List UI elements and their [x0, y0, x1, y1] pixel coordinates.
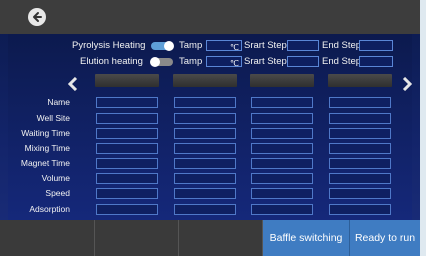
- step2-mixing-time-input[interactable]: [174, 143, 236, 154]
- app-screen: Pyrolysis Heating Tamp ℃ Srart Step End …: [0, 0, 426, 256]
- step3-adsorption-input[interactable]: [251, 204, 313, 215]
- step4-mixing-time-input[interactable]: [329, 143, 391, 154]
- step1-magnet-time-input[interactable]: [96, 158, 158, 169]
- step1-mixing-time-input[interactable]: [96, 143, 158, 154]
- step2-volume-input[interactable]: [174, 173, 236, 184]
- bottom-slot-1[interactable]: [0, 220, 95, 256]
- step3-waiting-time-input[interactable]: [251, 128, 313, 139]
- elution-end-label: End Step: [322, 56, 362, 67]
- label-speed: Speed: [45, 188, 70, 198]
- step-column-header-1[interactable]: [95, 74, 159, 87]
- bottom-slot-3[interactable]: [179, 220, 263, 256]
- label-adsorption: Adsorption: [29, 204, 70, 214]
- step-column-header-4[interactable]: [328, 74, 392, 87]
- step3-volume-input[interactable]: [251, 173, 313, 184]
- bottom-slot-2[interactable]: [95, 220, 179, 256]
- step1-well-site-input[interactable]: [96, 113, 158, 124]
- ready-to-run-button[interactable]: Ready to run: [350, 220, 420, 256]
- step2-speed-input[interactable]: [174, 188, 236, 199]
- step2-adsorption-input[interactable]: [174, 204, 236, 215]
- elution-start-input[interactable]: [287, 56, 319, 67]
- back-button[interactable]: [28, 8, 46, 26]
- elution-start-label: Srart Step: [244, 56, 287, 67]
- elution-heating-toggle[interactable]: [150, 57, 173, 67]
- step2-waiting-time-input[interactable]: [174, 128, 236, 139]
- label-name: Name: [47, 97, 70, 107]
- elution-end-input[interactable]: [359, 56, 393, 67]
- step2-well-site-input[interactable]: [174, 113, 236, 124]
- step4-well-site-input[interactable]: [329, 113, 391, 124]
- elution-heating-label: Elution heating: [80, 56, 143, 67]
- pyrolysis-heating-toggle[interactable]: [151, 41, 174, 51]
- elution-tamp-input[interactable]: ℃: [206, 56, 242, 68]
- step3-name-input[interactable]: [251, 97, 313, 108]
- next-page-button[interactable]: [400, 74, 414, 94]
- step4-name-input[interactable]: [329, 97, 391, 108]
- step1-speed-input[interactable]: [96, 188, 158, 199]
- bottom-bar: Baffle switching Ready to run: [0, 220, 420, 256]
- pyrolysis-start-input[interactable]: [287, 40, 319, 51]
- label-waiting-time: Waiting Time: [21, 128, 70, 138]
- step1-volume-input[interactable]: [96, 173, 158, 184]
- label-volume: Volume: [41, 173, 70, 183]
- step4-volume-input[interactable]: [329, 173, 391, 184]
- step1-adsorption-input[interactable]: [96, 204, 158, 215]
- chevron-right-icon: [402, 77, 412, 91]
- step4-waiting-time-input[interactable]: [329, 128, 391, 139]
- label-well-site: Well Site: [36, 113, 70, 123]
- step3-mixing-time-input[interactable]: [251, 143, 313, 154]
- step2-name-input[interactable]: [174, 97, 236, 108]
- step4-adsorption-input[interactable]: [329, 204, 391, 215]
- pyrolysis-end-input[interactable]: [359, 40, 393, 51]
- step-column-header-2[interactable]: [173, 74, 237, 87]
- step4-magnet-time-input[interactable]: [329, 158, 391, 169]
- pyrolysis-heating-label: Pyrolysis Heating: [72, 40, 146, 51]
- baffle-switching-button[interactable]: Baffle switching: [263, 220, 350, 256]
- pyrolysis-tamp-input[interactable]: ℃: [206, 40, 242, 52]
- elution-tamp-label: Tamp: [179, 56, 203, 67]
- step2-magnet-time-input[interactable]: [174, 158, 236, 169]
- step3-well-site-input[interactable]: [251, 113, 313, 124]
- label-mixing-time: Mixing Time: [24, 143, 70, 153]
- program-panel: Pyrolysis Heating Tamp ℃ Srart Step End …: [8, 34, 412, 220]
- step3-magnet-time-input[interactable]: [251, 158, 313, 169]
- pyrolysis-start-label: Srart Step: [244, 40, 287, 51]
- top-bar: [0, 0, 420, 34]
- step3-speed-input[interactable]: [251, 188, 313, 199]
- parameter-labels: Name Well Site Waiting Time Mixing Time …: [8, 34, 70, 220]
- step1-waiting-time-input[interactable]: [96, 128, 158, 139]
- back-arrow-icon: [33, 12, 42, 22]
- pyrolysis-tamp-label: Tamp: [179, 40, 203, 51]
- pyrolysis-end-label: End Step: [322, 40, 362, 51]
- step1-name-input[interactable]: [96, 97, 158, 108]
- step-column-header-3[interactable]: [250, 74, 314, 87]
- step4-speed-input[interactable]: [329, 188, 391, 199]
- label-magnet-time: Magnet Time: [20, 158, 70, 168]
